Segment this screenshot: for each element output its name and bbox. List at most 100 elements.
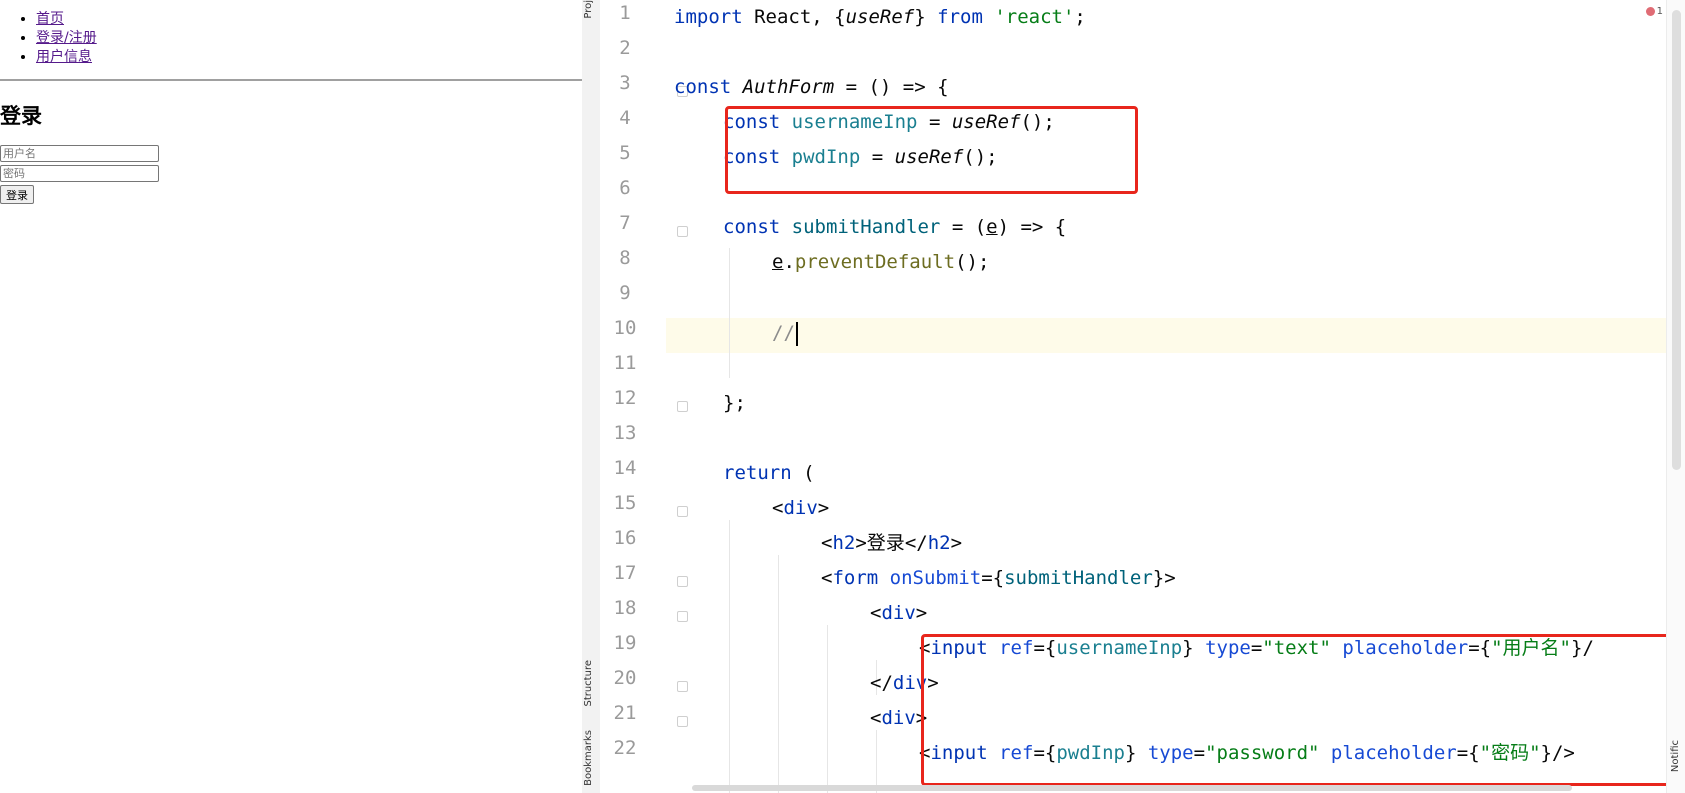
- line-number: 15: [613, 492, 637, 514]
- token: from: [937, 6, 983, 28]
- token: onSubmit: [889, 567, 982, 589]
- line-number: 9: [619, 282, 631, 304]
- token: ={: [981, 567, 1005, 589]
- token: >: [915, 602, 928, 624]
- code-line-16: <h2>登录</h2>: [821, 526, 962, 561]
- code-line-3: const AuthForm = () => {: [674, 70, 949, 105]
- token: <: [870, 707, 882, 729]
- token: ) => {: [997, 216, 1067, 238]
- login-heading: 登录: [0, 104, 42, 128]
- text-caret: [795, 321, 798, 346]
- line-number: 8: [619, 247, 631, 269]
- token: </: [904, 532, 928, 554]
- line-number: 7: [619, 212, 631, 234]
- nav-link-login-register[interactable]: 登录/注册: [36, 30, 97, 46]
- token: div: [881, 602, 916, 624]
- line-number: 17: [613, 562, 637, 584]
- username-input[interactable]: [0, 145, 159, 162]
- project-tab[interactable]: Proj: [583, 0, 594, 19]
- code-line-1: import React, {useRef} from 'react';: [674, 0, 1086, 35]
- token: div: [783, 497, 818, 519]
- notifications-tab[interactable]: Notific: [1670, 740, 1681, 772]
- token: submitHandler: [1004, 567, 1153, 589]
- token: h2: [927, 532, 951, 554]
- line-number: 3: [619, 72, 631, 94]
- line-number: 5: [619, 142, 631, 164]
- structure-tab-label: Structure: [583, 660, 594, 707]
- token: = (: [940, 216, 987, 238]
- token: 'react': [994, 6, 1075, 28]
- token: </: [870, 672, 893, 694]
- nav-item-profile: 用户信息: [36, 48, 97, 67]
- bookmarks-tab[interactable]: Bookmarks: [583, 730, 594, 786]
- token: const: [674, 76, 732, 98]
- line-number: 22: [613, 737, 637, 759]
- scrollbar-thumb[interactable]: [1672, 10, 1681, 470]
- token: import: [674, 6, 743, 28]
- error-indicator[interactable]: 1: [1645, 6, 1663, 17]
- token: >: [855, 532, 867, 554]
- token: <: [772, 497, 784, 519]
- highlight-box-inputs: [921, 634, 1672, 786]
- token: = () => {: [834, 76, 949, 98]
- token: const: [723, 216, 781, 238]
- divider: [0, 79, 582, 81]
- line-number: 6: [619, 177, 631, 199]
- token: form: [832, 567, 879, 589]
- line-number: 4: [619, 107, 631, 129]
- code-line-10: //: [772, 316, 798, 351]
- token: submitHandler: [791, 216, 941, 238]
- code-line-7: const submitHandler = (e) => {: [723, 210, 1066, 245]
- line-number: 1: [619, 2, 631, 24]
- line-number: 11: [613, 352, 637, 374]
- nav-link-user-info[interactable]: 用户信息: [36, 49, 92, 65]
- line-number: 19: [613, 632, 637, 654]
- line-number: 20: [613, 667, 637, 689]
- browser-preview: 首页 登录/注册 用户信息 登录 登录: [0, 0, 582, 793]
- token: return: [723, 462, 792, 484]
- line-number-gutter: 1 2 3 4 5 6 7 8 9 10 11 12 13 14 15 16 1…: [600, 0, 666, 793]
- code-line-14: return (: [723, 456, 815, 491]
- token: >: [817, 497, 830, 519]
- code-line-18: <div>: [870, 596, 927, 631]
- line-number: 18: [613, 597, 637, 619]
- token: e: [986, 216, 998, 238]
- password-input[interactable]: [0, 165, 159, 182]
- token: (: [791, 462, 815, 484]
- code-line-8: e.preventDefault();: [772, 245, 989, 280]
- nav-item-home: 首页: [36, 10, 97, 29]
- token: <: [821, 532, 833, 554]
- code-editor: Proj Structure Bookmarks 1 2 3 4 5 6 7 8…: [582, 0, 1685, 793]
- token: .: [783, 251, 795, 273]
- token: }: [914, 6, 938, 28]
- token: };: [723, 392, 746, 414]
- nav-list: 首页 登录/注册 用户信息: [0, 10, 97, 67]
- line-number: 12: [613, 387, 637, 409]
- token: 登录: [866, 532, 905, 554]
- token: div: [881, 707, 916, 729]
- bookmarks-tab-label: Bookmarks: [583, 730, 594, 786]
- token: <: [870, 602, 882, 624]
- tool-window-strip: Proj Structure Bookmarks: [582, 0, 601, 793]
- line-number: 10: [613, 317, 637, 339]
- login-form: 登录: [0, 145, 159, 204]
- login-button[interactable]: 登录: [0, 185, 34, 204]
- horizontal-scrollbar[interactable]: [692, 785, 1572, 791]
- code-line-21: <div>: [870, 701, 927, 736]
- token: useRef: [845, 6, 915, 28]
- nav-link-home[interactable]: 首页: [36, 11, 64, 27]
- line-number: 2: [619, 37, 631, 59]
- project-tab-label: Proj: [583, 0, 594, 19]
- token: >: [950, 532, 963, 554]
- vertical-scrollbar[interactable]: Notific: [1666, 0, 1685, 793]
- token: }>: [1152, 567, 1176, 589]
- token: <: [821, 567, 833, 589]
- structure-tab[interactable]: Structure: [583, 660, 594, 707]
- nav-item-auth: 登录/注册: [36, 29, 97, 48]
- token: //: [772, 322, 795, 344]
- token: React, {: [742, 6, 846, 28]
- code-line-12: };: [723, 386, 746, 421]
